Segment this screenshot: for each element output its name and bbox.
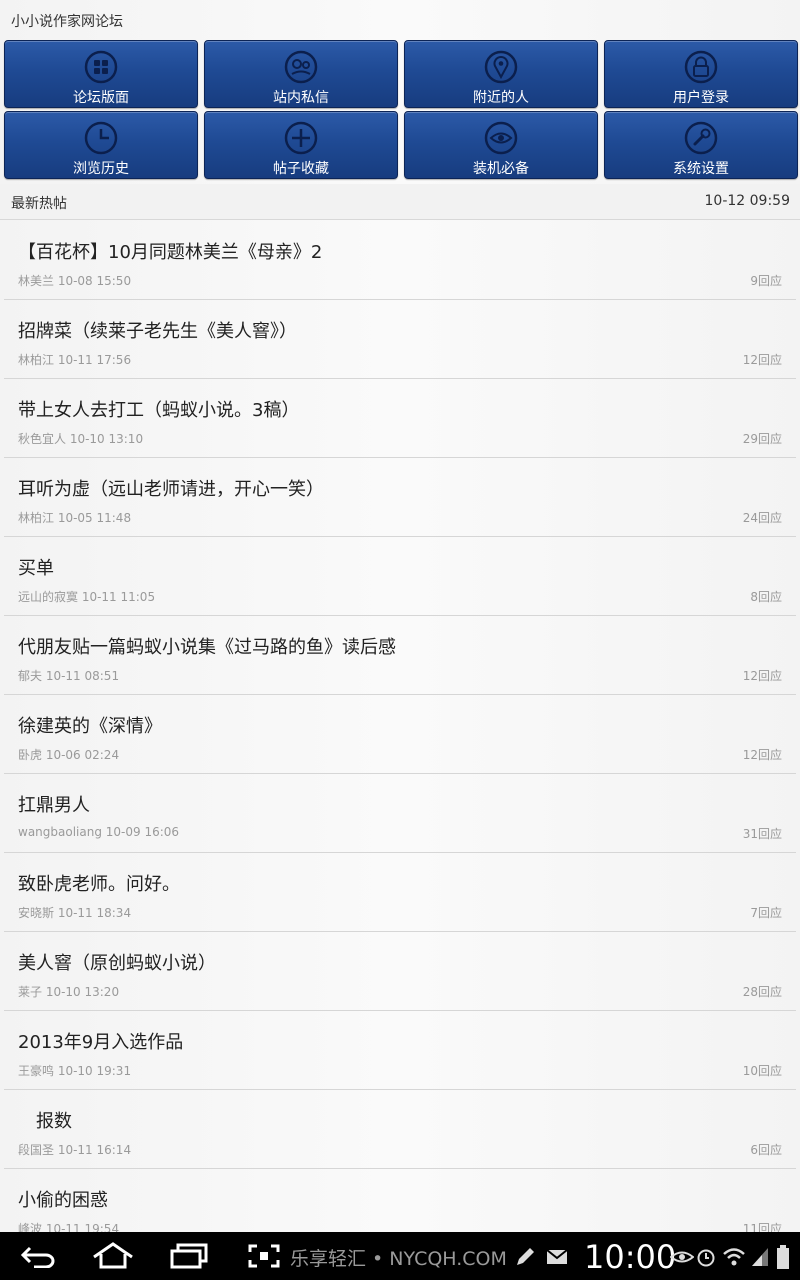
menu-forum-boards-button[interactable]: 论坛版面	[4, 40, 198, 108]
post-reply-count: 12回应	[742, 748, 782, 762]
post-title: 徐建英的《深情》	[18, 716, 162, 737]
grid-icon	[84, 50, 118, 84]
post-title: 致卧虎老师。问好。	[18, 874, 180, 895]
menu-nearby-people-button[interactable]: 附近的人	[404, 40, 598, 108]
post-meta: 段国圣 10-11 16:14	[18, 1143, 132, 1157]
post-reply-count: 8回应	[750, 590, 782, 604]
post-reply-count: 7回应	[750, 906, 782, 920]
plus-icon	[284, 121, 318, 155]
app-screen: 小小说作家网论坛 论坛版面 站内私信 附近的人 用户登录 浏览历史 帖子收藏 装…	[0, 0, 800, 1232]
post-list-item[interactable]: 【百花杯】10月同题林美兰《母亲》2 林美兰 10-08 15:50 9回应	[4, 221, 796, 300]
post-meta: 林美兰 10-08 15:50	[18, 274, 132, 288]
post-meta: 安晓斯 10-11 18:34	[18, 906, 132, 920]
menu-label: 站内私信	[273, 90, 329, 106]
post-reply-count: 10回应	[742, 1064, 782, 1078]
menu-label: 浏览历史	[73, 161, 129, 177]
post-meta: 秋色宜人 10-10 13:10	[18, 432, 144, 446]
hot-posts-header: 最新热帖 10-12 09:59	[0, 184, 800, 220]
post-reply-count: 12回应	[742, 353, 782, 367]
app-title: 小小说作家网论坛	[11, 14, 123, 30]
post-meta: 卧虎 10-06 02:24	[18, 748, 120, 762]
menu-label: 附近的人	[473, 90, 529, 106]
post-list-item[interactable]: 徐建英的《深情》 卧虎 10-06 02:24 12回应	[4, 695, 796, 774]
menu-essential-apps-button[interactable]: 装机必备	[404, 111, 598, 179]
post-title: 2013年9月入选作品	[18, 1032, 184, 1053]
post-meta: 莱子 10-10 13:20	[18, 985, 120, 999]
alarm-icon	[697, 1249, 715, 1267]
wrench-icon	[684, 121, 718, 155]
post-title: 【百花杯】10月同题林美兰《母亲》2	[18, 242, 323, 263]
menu-label: 装机必备	[473, 161, 529, 177]
post-list-item[interactable]: 带上女人去打工（蚂蚁小说。3稿） 秋色宜人 10-10 13:10 29回应	[4, 379, 796, 458]
menu-settings-button[interactable]: 系统设置	[604, 111, 798, 179]
post-reply-count: 28回应	[742, 985, 782, 999]
post-list-item[interactable]: 扛鼎男人 wangbaoliang 10-09 16:06 31回应	[4, 774, 796, 853]
location-pin-icon	[484, 50, 518, 84]
wifi-icon	[723, 1248, 745, 1266]
system-navigation-bar: 乐享轻汇 • NYCQH.COM 10:00	[0, 1232, 800, 1280]
post-meta: 峰波 10-11 19:54	[18, 1222, 120, 1232]
pencil-icon	[517, 1248, 534, 1265]
post-reply-count: 9回应	[750, 274, 782, 288]
post-list-item[interactable]: 耳听为虚（远山老师请进，开心一笑） 林柏江 10-05 11:48 24回应	[4, 458, 796, 537]
post-title: 耳听为虚（远山老师请进，开心一笑）	[18, 479, 324, 500]
post-title: 报数	[18, 1111, 72, 1132]
post-title: 买单	[18, 558, 54, 579]
message-icon	[284, 50, 318, 84]
mail-icon	[546, 1249, 568, 1264]
eye-icon	[670, 1251, 694, 1263]
post-title: 招牌菜（续莱子老先生《美人窨》）	[18, 321, 297, 342]
post-list-item[interactable]: 买单 远山的寂寞 10-11 11:05 8回应	[4, 537, 796, 616]
screenshot-icon[interactable]	[248, 1244, 280, 1268]
post-meta: 林柏江 10-11 17:56	[18, 353, 132, 367]
post-reply-count: 11回应	[742, 1222, 782, 1232]
menu-browse-history-button[interactable]: 浏览历史	[4, 111, 198, 179]
signal-icon	[752, 1248, 768, 1266]
section-timestamp: 10-12 09:59	[704, 193, 790, 209]
post-reply-count: 6回应	[750, 1143, 782, 1157]
recent-apps-icon[interactable]	[170, 1243, 208, 1269]
post-title: 带上女人去打工（蚂蚁小说。3稿）	[18, 400, 300, 421]
post-list-item[interactable]: 小偷的困惑 峰波 10-11 19:54 11回应	[4, 1169, 796, 1232]
post-meta: 林柏江 10-05 11:48	[18, 511, 132, 525]
clock-icon	[84, 121, 118, 155]
section-title: 最新热帖	[11, 196, 67, 212]
post-list-item[interactable]: 2013年9月入选作品 王豪鸣 10-10 19:31 10回应	[4, 1011, 796, 1090]
post-title: 小偷的困惑	[18, 1190, 108, 1211]
back-icon[interactable]	[20, 1244, 58, 1268]
post-list-item[interactable]: 美人窨（原创蚂蚁小说） 莱子 10-10 13:20 28回应	[4, 932, 796, 1011]
home-icon[interactable]	[92, 1242, 134, 1270]
post-title: 扛鼎男人	[18, 795, 90, 816]
post-list-item[interactable]: 报数 段国圣 10-11 16:14 6回应	[4, 1090, 796, 1169]
status-clock: 10:00	[584, 1238, 677, 1276]
menu-label: 论坛版面	[73, 90, 129, 106]
menu-label: 用户登录	[673, 90, 729, 106]
post-title: 代朋友贴一篇蚂蚁小说集《过马路的鱼》读后感	[18, 637, 396, 658]
lock-icon	[684, 50, 718, 84]
battery-icon	[777, 1245, 789, 1269]
post-list-item[interactable]: 招牌菜（续莱子老先生《美人窨》） 林柏江 10-11 17:56 12回应	[4, 300, 796, 379]
post-reply-count: 12回应	[742, 669, 782, 683]
menu-label: 系统设置	[673, 161, 729, 177]
post-meta: 郁夫 10-11 08:51	[18, 669, 120, 683]
menu-user-login-button[interactable]: 用户登录	[604, 40, 798, 108]
post-title: 美人窨（原创蚂蚁小说）	[18, 953, 216, 974]
post-reply-count: 29回应	[742, 432, 782, 446]
menu-label: 帖子收藏	[273, 161, 329, 177]
menu-favorites-button[interactable]: 帖子收藏	[204, 111, 398, 179]
eye-icon	[484, 121, 518, 155]
menu-private-messages-button[interactable]: 站内私信	[204, 40, 398, 108]
post-list-item[interactable]: 致卧虎老师。问好。 安晓斯 10-11 18:34 7回应	[4, 853, 796, 932]
post-reply-count: 31回应	[742, 827, 782, 841]
ad-text: 乐享轻汇 • NYCQH.COM	[290, 1248, 507, 1270]
post-meta: 王豪鸣 10-10 19:31	[18, 1064, 132, 1078]
post-meta: wangbaoliang 10-09 16:06	[18, 825, 180, 839]
post-reply-count: 24回应	[742, 511, 782, 525]
post-list-item[interactable]: 代朋友贴一篇蚂蚁小说集《过马路的鱼》读后感 郁夫 10-11 08:51 12回…	[4, 616, 796, 695]
post-meta: 远山的寂寞 10-11 11:05	[18, 590, 156, 604]
